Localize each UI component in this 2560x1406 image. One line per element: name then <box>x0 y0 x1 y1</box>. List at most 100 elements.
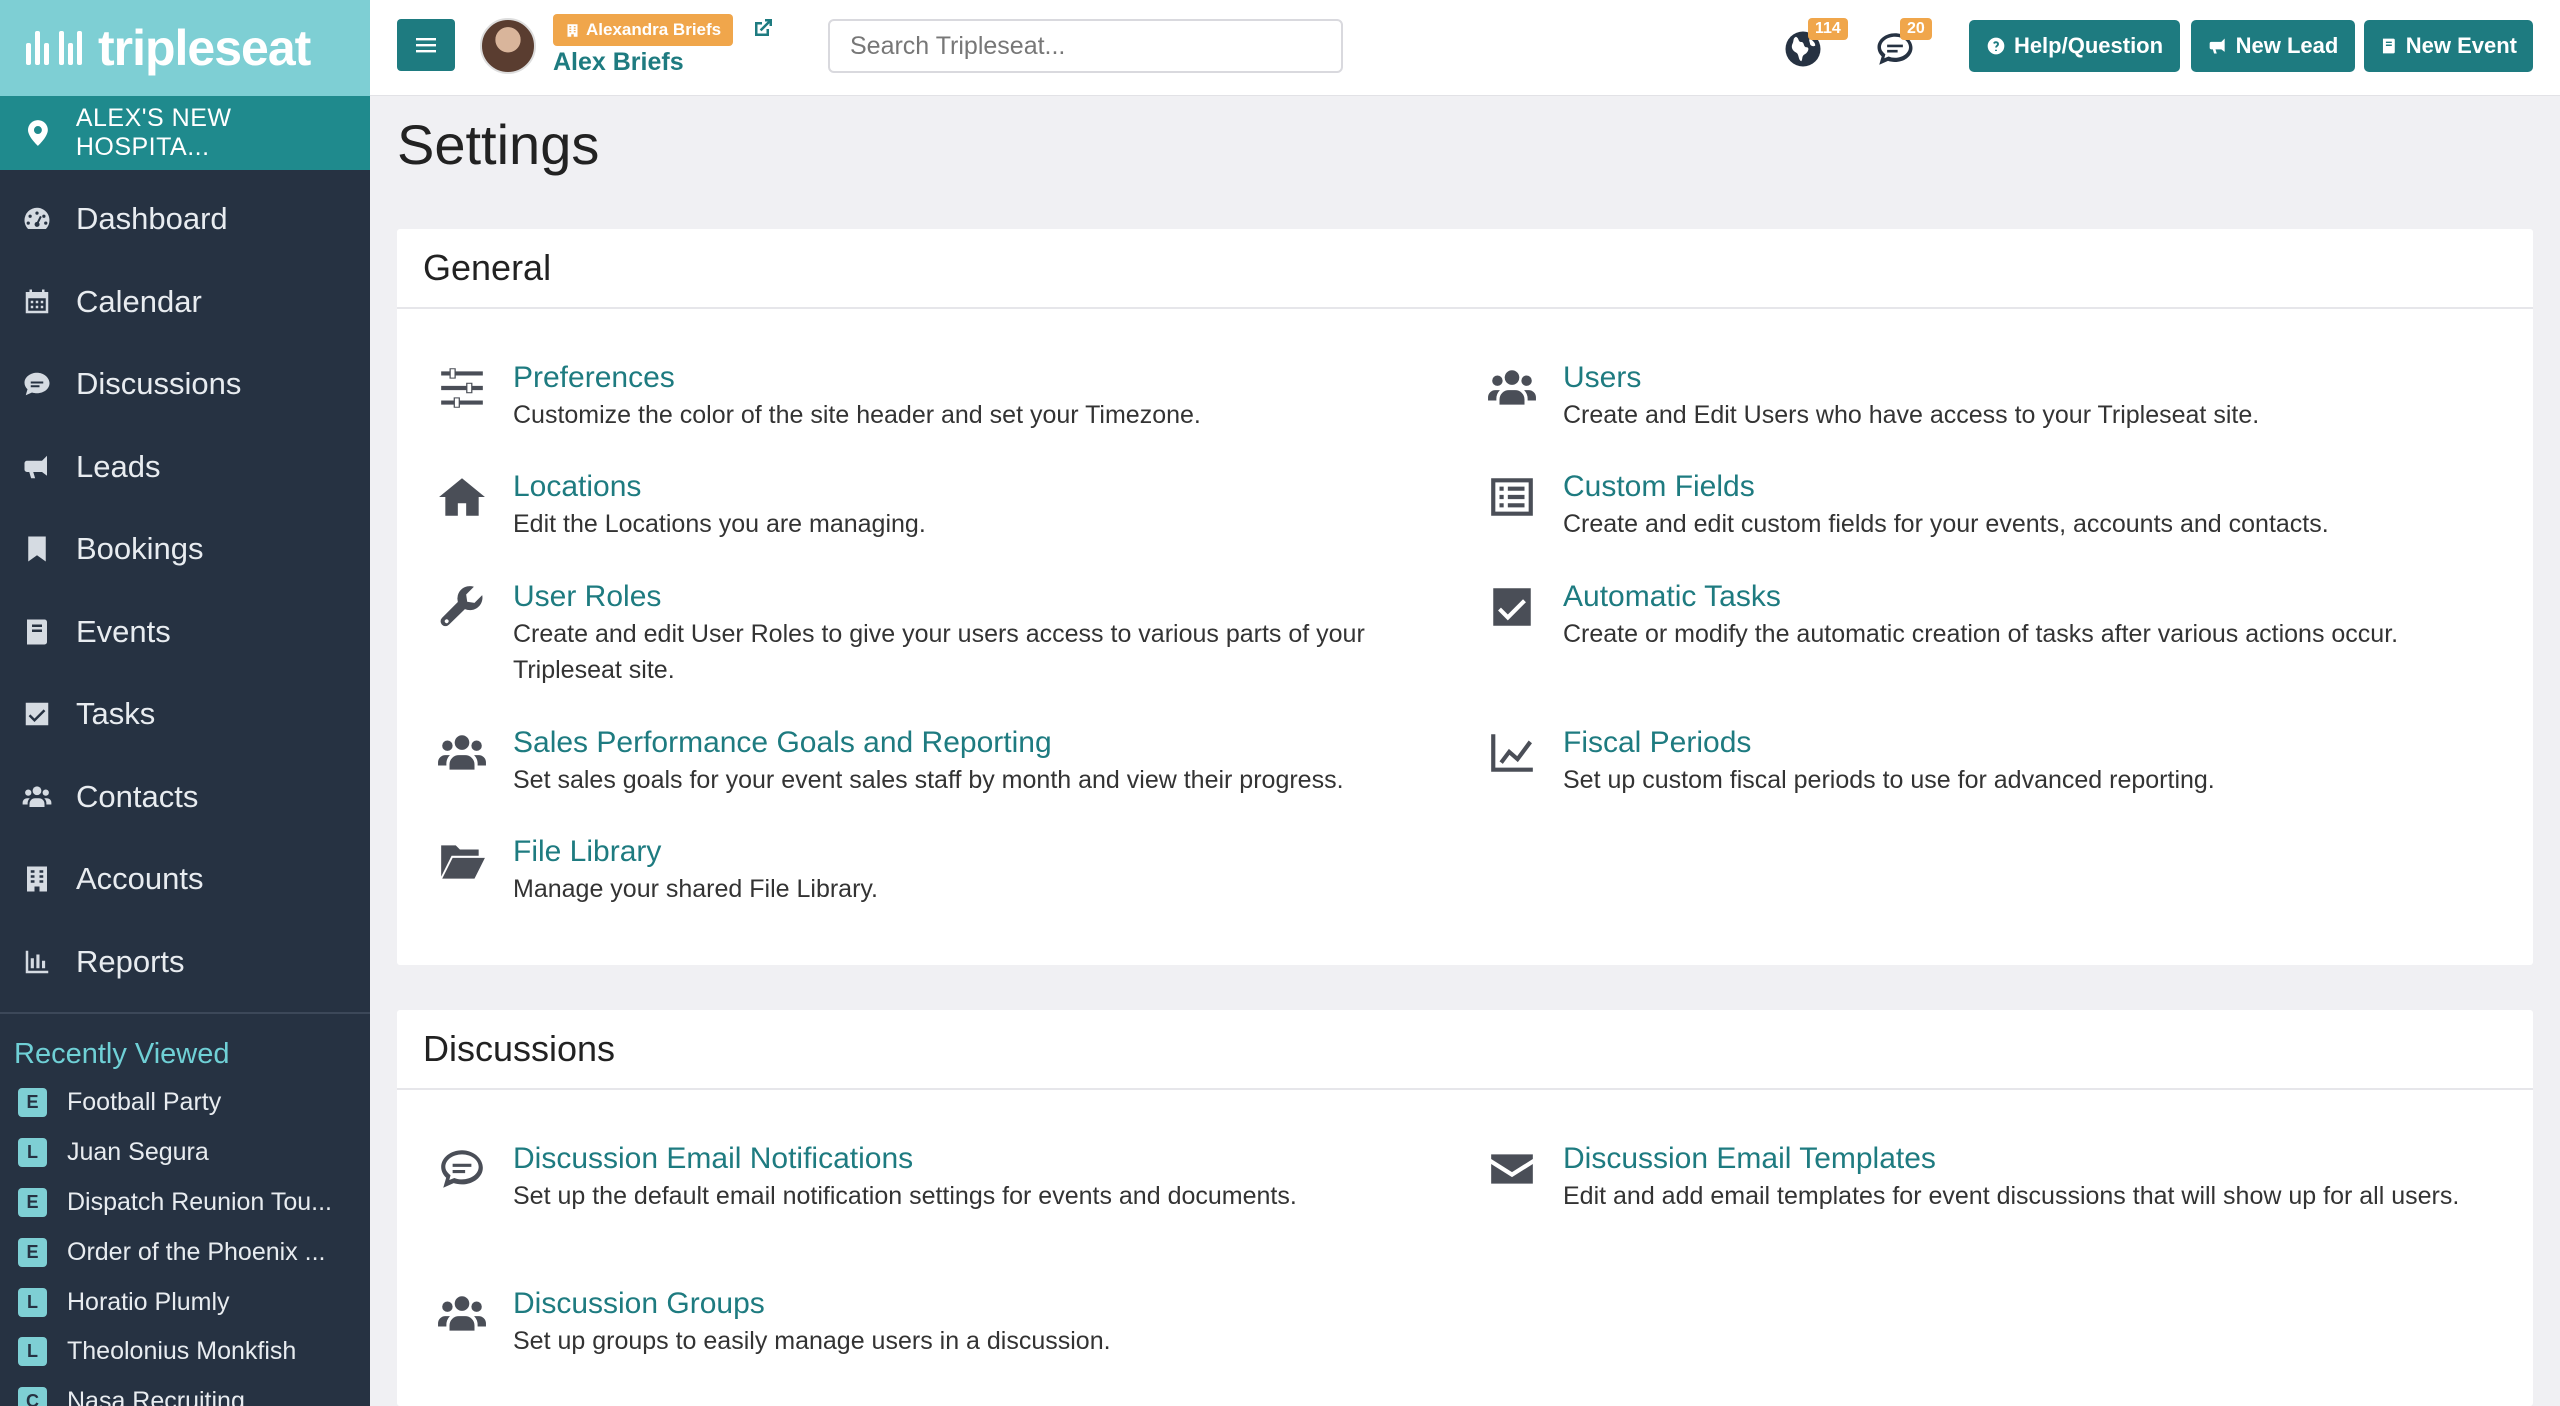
nav-item-events[interactable]: Events <box>0 591 370 674</box>
chat-bubble-icon <box>437 1144 487 1194</box>
recently-viewed-title: Recently Viewed <box>14 1037 230 1070</box>
impersonation-badge[interactable]: Alexandra Briefs <box>553 14 734 46</box>
envelope-icon <box>1487 1144 1537 1194</box>
checkbox-icon <box>1487 582 1537 632</box>
line-chart-icon <box>1487 728 1537 778</box>
chat-icon <box>22 369 52 399</box>
settings-section-general: General Preferences Customize the color … <box>397 229 2533 965</box>
megaphone-icon <box>22 452 52 482</box>
setting-link[interactable]: Fiscal Periods <box>1563 726 1751 760</box>
nav-item-leads[interactable]: Leads <box>0 426 370 509</box>
setting-description: Set up groups to easily manage users in … <box>513 1327 1111 1355</box>
new-lead-label: New Lead <box>2235 33 2339 58</box>
building-icon <box>565 23 580 38</box>
sidebar-divider <box>0 1012 370 1014</box>
book-icon <box>2380 36 2398 56</box>
logo[interactable]: tripleseat <box>0 0 370 96</box>
question-icon <box>1986 36 2006 56</box>
recent-item[interactable]: E Football Party <box>0 1078 370 1128</box>
list-icon <box>1487 472 1537 522</box>
type-badge: E <box>18 1237 47 1267</box>
main-nav: Dashboard Calendar Discussions Leads Boo… <box>0 170 370 1003</box>
external-link-icon[interactable] <box>751 16 775 40</box>
nav-item-label: Leads <box>76 448 161 484</box>
setting-link[interactable]: Discussion Groups <box>513 1287 765 1321</box>
setting-link[interactable]: Discussion Email Notifications <box>513 1142 913 1176</box>
type-badge: C <box>18 1387 47 1406</box>
setting-link[interactable]: Sales Performance Goals and Reporting <box>513 726 1052 760</box>
setting-description: Create and edit User Roles to give your … <box>513 620 1365 684</box>
menu-toggle-button[interactable] <box>397 19 455 71</box>
help-label: Help/Question <box>2013 33 2164 58</box>
setting-link[interactable]: Discussion Email Templates <box>1563 1142 1936 1176</box>
setting-link[interactable]: Locations <box>513 470 641 504</box>
new-lead-button[interactable]: New Lead <box>2191 20 2355 72</box>
recent-item-label: Horatio Plumly <box>67 1287 230 1316</box>
location-name: ALEX'S NEW HOSPITA... <box>75 104 232 161</box>
nav-item-accounts[interactable]: Accounts <box>0 838 370 921</box>
new-event-button[interactable]: New Event <box>2364 20 2533 72</box>
tripleseat-logo-icon <box>26 31 82 65</box>
nav-item-bookings[interactable]: Bookings <box>0 508 370 591</box>
nav-item-label: Calendar <box>76 283 202 319</box>
recent-item[interactable]: L Horatio Plumly <box>0 1277 370 1327</box>
sidebar: tripleseat ALEX'S NEW HOSPITA... Dashboa… <box>0 0 370 1406</box>
logo-text: tripleseat <box>98 20 311 76</box>
book-icon <box>22 617 52 647</box>
setting-description: Edit and add email templates for event d… <box>1563 1182 2460 1210</box>
setting-description: Create and edit custom fields for your e… <box>1563 510 2329 538</box>
users-icon <box>22 782 52 812</box>
setting-link[interactable]: Users <box>1563 361 1641 395</box>
setting-description: Set sales goals for your event sales sta… <box>513 766 1344 794</box>
search-input[interactable] <box>828 19 1343 73</box>
setting-link[interactable]: File Library <box>513 835 661 869</box>
sliders-icon <box>437 363 487 413</box>
recent-item-label: Juan Segura <box>67 1138 209 1167</box>
impersonated-user: Alexandra Briefs <box>586 20 722 39</box>
new-event-label: New Event <box>2405 33 2517 58</box>
setting-link[interactable]: Automatic Tasks <box>1563 580 1781 614</box>
recent-item[interactable]: L Theolonius Monkfish <box>0 1327 370 1377</box>
recent-item[interactable]: L Juan Segura <box>0 1128 370 1178</box>
nav-item-calendar[interactable]: Calendar <box>0 261 370 344</box>
user-name[interactable]: Alex Briefs <box>553 48 684 77</box>
location-selector[interactable]: ALEX'S NEW HOSPITA... <box>0 96 370 170</box>
type-badge: L <box>18 1138 47 1168</box>
nav-item-reports[interactable]: Reports <box>0 921 370 1004</box>
nav-item-label: Dashboard <box>76 201 228 237</box>
setting-link[interactable]: User Roles <box>513 580 661 614</box>
nav-item-label: Contacts <box>76 778 199 814</box>
nav-item-tasks[interactable]: Tasks <box>0 673 370 756</box>
users-icon <box>437 728 487 778</box>
nav-item-label: Reports <box>76 943 185 979</box>
avatar[interactable] <box>480 18 536 74</box>
setting-description: Create or modify the automatic creation … <box>1563 620 2399 648</box>
settings-section-discussions: Discussions Discussion Email Notificatio… <box>397 1010 2533 1406</box>
recent-item[interactable]: E Dispatch Reunion Tou... <box>0 1178 370 1228</box>
setting-description: Set up custom fiscal periods to use for … <box>1563 766 2215 794</box>
help-question-button[interactable]: Help/Question <box>1969 20 2180 72</box>
nav-item-dashboard[interactable]: Dashboard <box>0 178 370 261</box>
type-badge: E <box>18 1088 47 1118</box>
building-icon <box>22 864 52 894</box>
checkbox-icon <box>22 699 52 729</box>
top-bar: Alexandra Briefs Alex Briefs 114 20 Help… <box>370 0 2560 96</box>
recent-item[interactable]: C Nasa Recruiting <box>0 1377 370 1406</box>
map-pin-icon <box>28 120 48 146</box>
bookmark-icon <box>22 534 52 564</box>
nav-item-contacts[interactable]: Contacts <box>0 756 370 839</box>
type-badge: E <box>18 1187 47 1217</box>
notifications-button[interactable]: 114 <box>1782 18 1848 72</box>
type-badge: L <box>18 1337 47 1367</box>
folder-open-icon <box>437 837 487 887</box>
nav-item-discussions[interactable]: Discussions <box>0 343 370 426</box>
wrench-icon <box>437 582 487 632</box>
messages-button[interactable]: 20 <box>1874 18 1932 72</box>
type-badge: L <box>18 1287 47 1317</box>
page-title: Settings <box>397 113 600 176</box>
setting-link[interactable]: Preferences <box>513 361 675 395</box>
setting-link[interactable]: Custom Fields <box>1563 470 1755 504</box>
notifications-count: 114 <box>1808 18 1848 40</box>
recent-item[interactable]: E Order of the Phoenix ... <box>0 1227 370 1277</box>
bar-chart-icon <box>22 947 52 977</box>
